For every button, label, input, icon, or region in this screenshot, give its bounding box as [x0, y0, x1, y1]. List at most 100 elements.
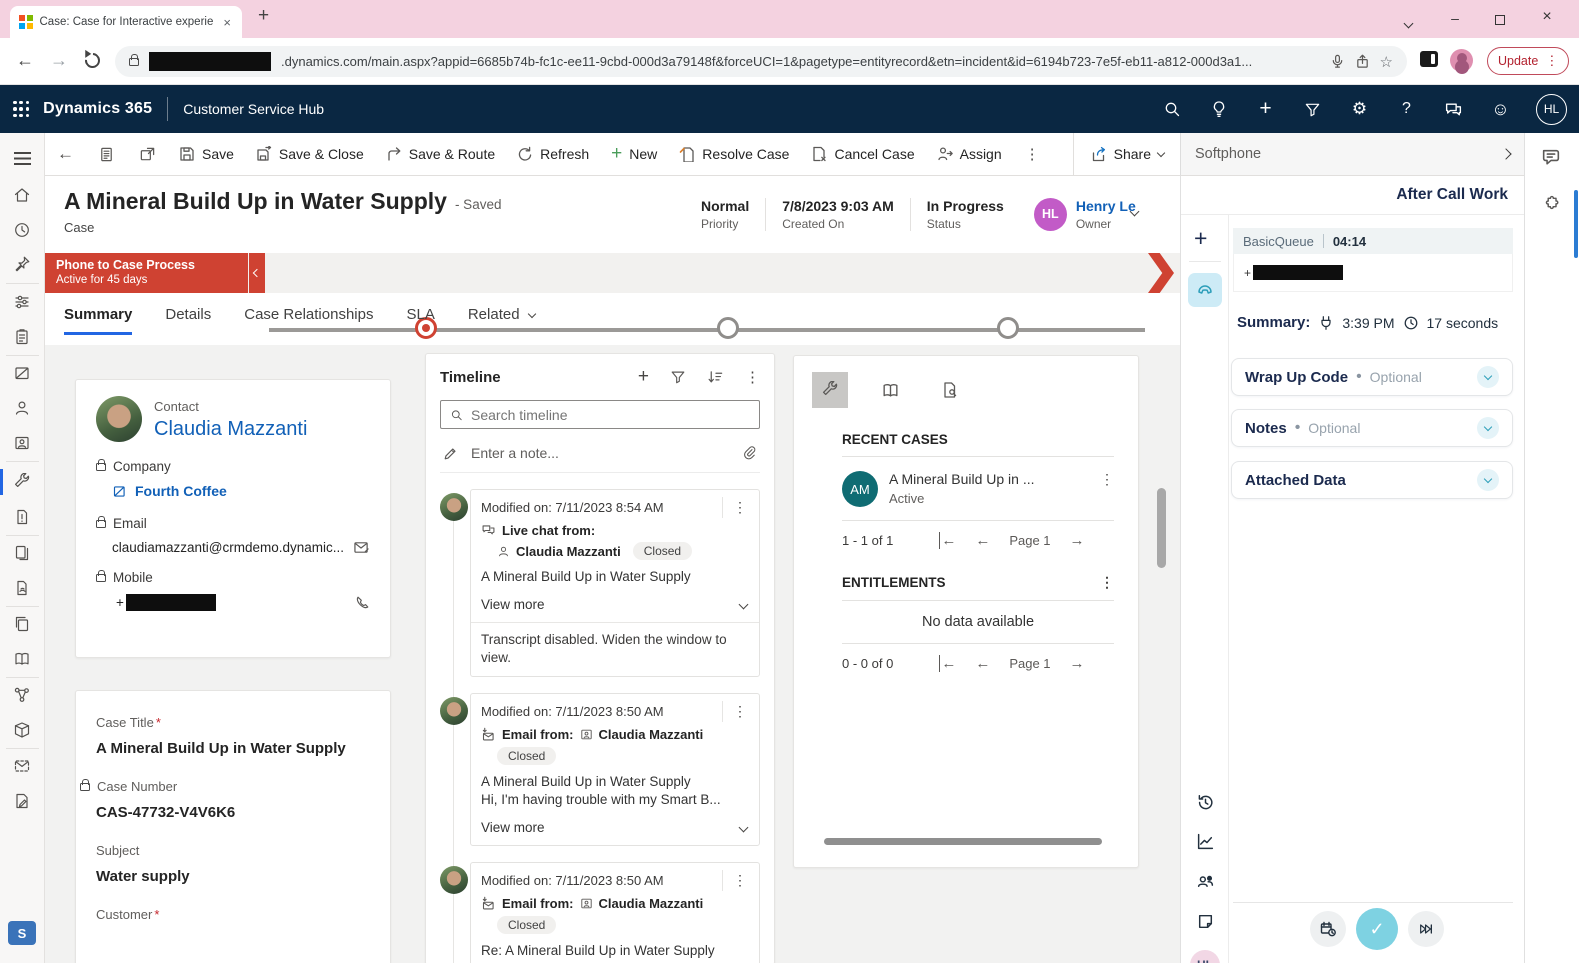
next-page-icon[interactable]: → [1070, 532, 1085, 549]
sitemap-hamburger-icon[interactable] [14, 152, 31, 154]
sidebar-item-products[interactable] [13, 721, 31, 739]
tab-related[interactable]: Related [468, 306, 535, 335]
contacts-people-icon[interactable] [1196, 872, 1215, 891]
section-more-icon[interactable]: ⋮ [1100, 574, 1114, 591]
next-page-icon[interactable]: → [1070, 655, 1085, 672]
recent-case-title[interactable]: A Mineral Build Up in ... [889, 471, 1035, 487]
attach-paperclip-icon[interactable] [742, 445, 757, 460]
sidebar-item-home[interactable] [13, 186, 31, 204]
email-value[interactable]: claudiamazzanti@crmdemo.dynamic... [112, 540, 344, 555]
timeline-more-icon[interactable]: ⋮ [745, 368, 760, 386]
browser-update-button[interactable]: Update ⋮ [1487, 47, 1569, 75]
sidebar-item-knowledge-articles[interactable] [13, 544, 31, 562]
new-button[interactable]: + New [600, 133, 668, 175]
resolve-case-button[interactable]: Resolve Case [668, 133, 800, 175]
sidebar-item-connections[interactable] [13, 686, 31, 704]
expand-chevron-icon[interactable] [1477, 469, 1499, 491]
entry-contact[interactable]: Claudia Mazzanti [599, 896, 704, 911]
company-link[interactable]: Fourth Coffee [135, 483, 227, 499]
app-name[interactable]: Customer Service Hub [183, 101, 324, 117]
sidebar-item-cases[interactable] [13, 473, 31, 491]
help-icon[interactable]: ? [1383, 100, 1430, 118]
first-page-icon[interactable]: ← [939, 655, 956, 672]
vertical-scrollbar-thumb[interactable] [1157, 488, 1166, 568]
timeline-sort-icon[interactable] [707, 369, 724, 386]
new-session-button[interactable]: + [1194, 225, 1207, 252]
tab-case-relationships[interactable]: Case Relationships [244, 306, 373, 335]
entry-contact[interactable]: Claudia Mazzanti [516, 544, 621, 559]
new-tab-button[interactable]: + [258, 5, 269, 27]
more-commands-icon[interactable]: ⋮ [1013, 145, 1052, 163]
entry-more-icon[interactable]: ⋮ [722, 701, 751, 722]
entry-view-more[interactable]: View more [471, 584, 759, 622]
attached-data-section[interactable]: Attached Data [1231, 461, 1513, 499]
sidebar-item-dashboards[interactable] [13, 293, 31, 311]
window-close-button[interactable]: × [1537, 8, 1557, 26]
open-in-new-window-icon[interactable] [127, 146, 168, 163]
related-tab-search[interactable] [932, 372, 968, 408]
related-tab-tools[interactable] [812, 372, 848, 408]
related-tab-knowledge[interactable] [872, 372, 908, 408]
notes-card-icon[interactable] [1196, 912, 1215, 931]
sidebar-item-contacts[interactable] [13, 399, 31, 417]
timeline-entry-livechat[interactable]: Modified on: 7/11/2023 8:54 AM ⋮ Live ch… [470, 489, 760, 677]
entry-more-icon[interactable]: ⋮ [722, 497, 751, 518]
first-page-icon[interactable]: ← [939, 532, 956, 549]
browser-back-button[interactable]: ← [16, 51, 34, 69]
share-page-icon[interactable] [1355, 54, 1370, 69]
entry-more-icon[interactable]: ⋮ [722, 870, 751, 891]
save-and-close-button[interactable]: Save & Close [245, 133, 375, 175]
plugins-puzzle-icon[interactable] [1541, 195, 1561, 215]
sidebar-item-knowledge-search[interactable] [13, 579, 31, 597]
share-button[interactable]: Share [1073, 133, 1180, 175]
quick-create-icon[interactable]: + [1242, 97, 1289, 121]
subject-value[interactable]: Water supply [96, 868, 370, 885]
contact-name-link[interactable]: Claudia Mazzanti [154, 418, 307, 441]
process-next-stage-button[interactable] [1148, 253, 1174, 293]
window-minimize-button[interactable]: – [1445, 10, 1465, 26]
softphone-pane-header[interactable]: Softphone [1180, 133, 1524, 176]
header-expand-chevron-icon[interactable] [1131, 202, 1138, 220]
sidebar-item-marketing-lists[interactable] [13, 757, 31, 775]
sidebar-item-recent[interactable] [13, 221, 31, 239]
save-and-route-button[interactable]: Save & Route [375, 133, 506, 175]
sidebar-item-accounts[interactable] [13, 364, 31, 382]
guidance-lightbulb-icon[interactable] [1195, 100, 1242, 118]
voice-search-mic-icon[interactable] [1330, 54, 1345, 69]
timeline-entry-email[interactable]: Modified on: 7/11/2023 8:50 AM ⋮ Email f… [470, 693, 760, 846]
expand-chevron-icon[interactable] [1477, 366, 1499, 388]
entry-contact[interactable]: Claudia Mazzanti [599, 727, 704, 742]
process-previous-stage-button[interactable] [249, 253, 265, 293]
waffle-menu-icon[interactable] [13, 101, 29, 117]
timeline-filter-icon[interactable] [670, 369, 686, 385]
timeline-add-icon[interactable]: + [638, 366, 649, 388]
header-field-owner[interactable]: HL Henry Le Owner [1020, 198, 1136, 231]
sidebar-item-drafts[interactable] [13, 792, 31, 810]
sidebar-item-email-templates[interactable] [13, 615, 31, 633]
global-search-icon[interactable] [1148, 100, 1195, 118]
feedback-smiley-icon[interactable]: ☺ [1477, 99, 1524, 120]
teams-chat-pane-icon[interactable] [1540, 147, 1562, 169]
previous-page-icon[interactable]: ← [975, 532, 990, 549]
complete-acw-button[interactable]: ✓ [1356, 908, 1398, 950]
sidebar-item-pinned[interactable] [13, 255, 31, 273]
case-title-value[interactable]: A Mineral Build Up in Water Supply [96, 740, 370, 757]
sidebar-item-knowledge-base[interactable] [13, 650, 31, 668]
agent-avatar[interactable]: HL [1190, 950, 1220, 963]
tab-close-icon[interactable]: × [221, 15, 233, 30]
send-email-icon[interactable] [353, 540, 370, 555]
timeline-search-input[interactable] [471, 407, 750, 423]
tab-details[interactable]: Details [165, 306, 211, 335]
history-icon[interactable] [1196, 793, 1215, 812]
refresh-button[interactable]: Refresh [506, 133, 600, 175]
cancel-case-button[interactable]: Cancel Case [800, 133, 925, 175]
call-phone-icon[interactable] [354, 595, 370, 611]
entry-subject[interactable]: A Mineral Build Up in Water Supply [471, 560, 759, 584]
timeline-search-box[interactable] [440, 400, 760, 429]
pane-scrollbar-thumb[interactable] [1574, 190, 1578, 258]
tab-search-icon[interactable] [1398, 14, 1418, 30]
browser-sidebar-icon[interactable] [1420, 51, 1438, 67]
sidebar-item-activities[interactable] [13, 328, 31, 346]
header-field-priority[interactable]: Normal Priority [685, 198, 766, 231]
active-call-session-button[interactable] [1188, 273, 1222, 307]
